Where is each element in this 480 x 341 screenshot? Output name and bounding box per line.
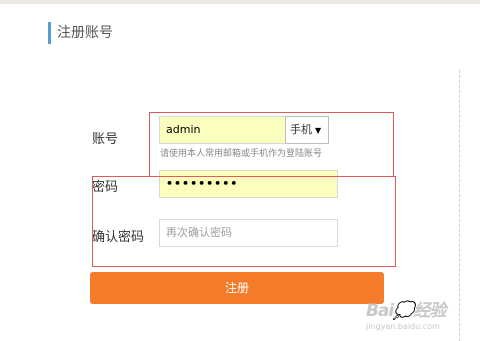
watermark-url: jingyan.baidu.com: [366, 322, 440, 331]
annotation-box: [149, 112, 394, 177]
account-label: 账号: [92, 132, 119, 147]
top-strip: [0, 0, 480, 4]
baidu-watermark: Bai💭经验 jingyan.baidu.com: [366, 296, 476, 332]
page-title: 注册账号: [48, 22, 113, 44]
register-button[interactable]: 注册: [90, 272, 384, 304]
annotation-box: [92, 176, 396, 267]
watermark-logo: Bai💭经验: [366, 301, 446, 321]
